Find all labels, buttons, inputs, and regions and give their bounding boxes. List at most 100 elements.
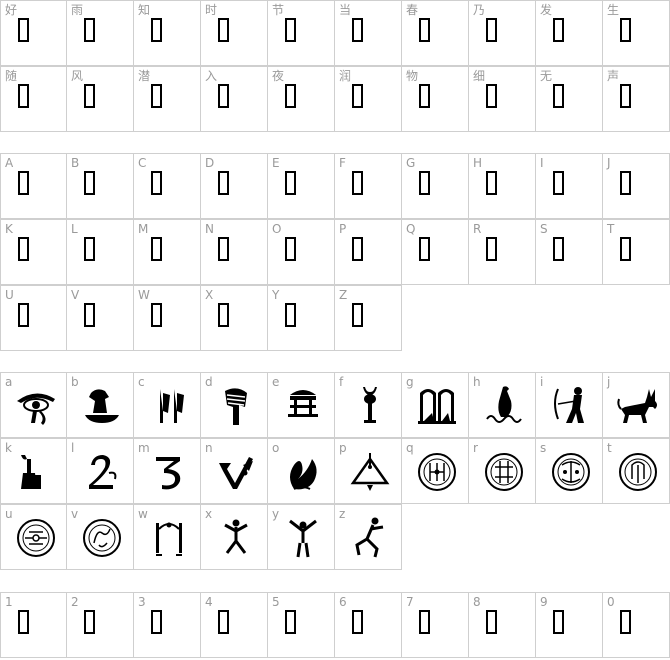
glyph-cell: K <box>0 219 67 285</box>
cell-label: 细 <box>473 69 486 83</box>
cell-label: G <box>406 156 416 170</box>
missing-glyph-box-icon <box>218 18 229 42</box>
glyph-cell: R <box>469 219 536 285</box>
glyph-cell: 润 <box>335 66 402 132</box>
bird-on-boat-icon <box>79 383 125 429</box>
empty-cell <box>402 504 469 570</box>
chinese-glyph-section: 好 雨 知 时 节 当 春 乃 发 生随 风 潜 入 夜 润 物 细 无 声 <box>0 0 670 132</box>
glyph-cell: 发 <box>536 0 603 66</box>
cell-label: j <box>607 375 611 389</box>
cell-label: T <box>607 222 615 236</box>
empty-cell <box>469 285 536 351</box>
circle-seal-4-icon <box>615 449 661 495</box>
empty-cell <box>469 504 536 570</box>
glyph-cell: h <box>469 372 536 438</box>
cell-label: 乃 <box>473 3 486 17</box>
glyph-cell: 春 <box>402 0 469 66</box>
cell-label: 潜 <box>138 69 151 83</box>
cell-label: L <box>71 222 78 236</box>
missing-glyph-box-icon <box>218 171 229 195</box>
glyph-cell: o <box>268 438 335 504</box>
glyph-cell: D <box>201 153 268 219</box>
glyph-cell: 4 <box>201 592 268 658</box>
cell-label: p <box>339 441 347 455</box>
cell-label: 润 <box>339 69 352 83</box>
missing-glyph-box-icon <box>84 171 95 195</box>
glyph-cell: M <box>134 219 201 285</box>
circle-seal-1-icon <box>414 449 460 495</box>
glyph-cell: 好 <box>0 0 67 66</box>
empty-cell <box>603 285 670 351</box>
cell-label: 9 <box>540 595 548 609</box>
missing-glyph-box-icon <box>553 84 564 108</box>
glyph-cell: c <box>134 372 201 438</box>
cell-label: i <box>540 375 544 389</box>
cell-label: 声 <box>607 69 620 83</box>
glyph-cell: 7 <box>402 592 469 658</box>
missing-glyph-box-icon <box>218 303 229 327</box>
cell-label: n <box>205 441 213 455</box>
glyph-cell: G <box>402 153 469 219</box>
cell-label: P <box>339 222 347 236</box>
glyph-cell: O <box>268 219 335 285</box>
glyph-cell: 1 <box>0 592 67 658</box>
cell-label: 1 <box>5 595 13 609</box>
missing-glyph-box-icon <box>218 610 229 634</box>
glyph-cell: A <box>0 153 67 219</box>
cell-label: f <box>339 375 344 389</box>
cell-label: 好 <box>5 3 18 17</box>
cell-label: W <box>138 288 150 302</box>
glyph-cell: y <box>268 504 335 570</box>
cell-label: y <box>272 507 280 521</box>
glyph-cell: 无 <box>536 66 603 132</box>
cell-label: I <box>540 156 544 170</box>
cell-label: 6 <box>339 595 347 609</box>
lowercase-glyph-section: a b c d e f g h i j k l mn o p q r s t u v wx y z <box>0 372 670 570</box>
glyph-cell: b <box>67 372 134 438</box>
glyph-cell: 声 <box>603 66 670 132</box>
cell-label: X <box>205 288 214 302</box>
glyph-cell: l <box>67 438 134 504</box>
eye-of-horus-icon <box>13 383 59 429</box>
dancer-b-icon <box>213 515 259 561</box>
cell-label: O <box>272 222 282 236</box>
glyph-cell: s <box>536 438 603 504</box>
glyph-cell: 2 <box>67 592 134 658</box>
glyph-cell: r <box>469 438 536 504</box>
cell-label: 4 <box>205 595 213 609</box>
cell-label: K <box>5 222 13 236</box>
glyph-cell: u <box>0 504 67 570</box>
cell-label: V <box>71 288 80 302</box>
cell-label: 生 <box>607 3 620 17</box>
cell-label: 时 <box>205 3 218 17</box>
archer-figure-icon <box>548 383 594 429</box>
glyph-cell: 夜 <box>268 66 335 132</box>
missing-glyph-box-icon <box>285 18 296 42</box>
cell-label: 5 <box>272 595 280 609</box>
circle-seal-6-icon <box>79 515 125 561</box>
missing-glyph-box-icon <box>84 237 95 261</box>
missing-glyph-box-icon <box>620 171 631 195</box>
missing-glyph-box-icon <box>352 237 363 261</box>
missing-glyph-box-icon <box>151 237 162 261</box>
glyph-cell: F <box>335 153 402 219</box>
cell-label: 8 <box>473 595 481 609</box>
glyph-cell: 风 <box>67 66 134 132</box>
cell-label: e <box>272 375 280 389</box>
missing-glyph-box-icon <box>553 237 564 261</box>
sigil-2-icon <box>79 449 125 495</box>
cell-label: k <box>5 441 12 455</box>
cell-label: 夜 <box>272 69 285 83</box>
glyph-cell: v <box>67 504 134 570</box>
missing-glyph-box-icon <box>419 610 430 634</box>
missing-glyph-box-icon <box>620 84 631 108</box>
missing-glyph-box-icon <box>419 237 430 261</box>
cell-label: g <box>406 375 414 389</box>
cell-label: D <box>205 156 215 170</box>
cell-label: Y <box>272 288 280 302</box>
glyph-cell: U <box>0 285 67 351</box>
glyph-cell: Z <box>335 285 402 351</box>
pharaoh-head-icon <box>213 383 259 429</box>
glyph-cell: x <box>201 504 268 570</box>
cell-label: E <box>272 156 280 170</box>
